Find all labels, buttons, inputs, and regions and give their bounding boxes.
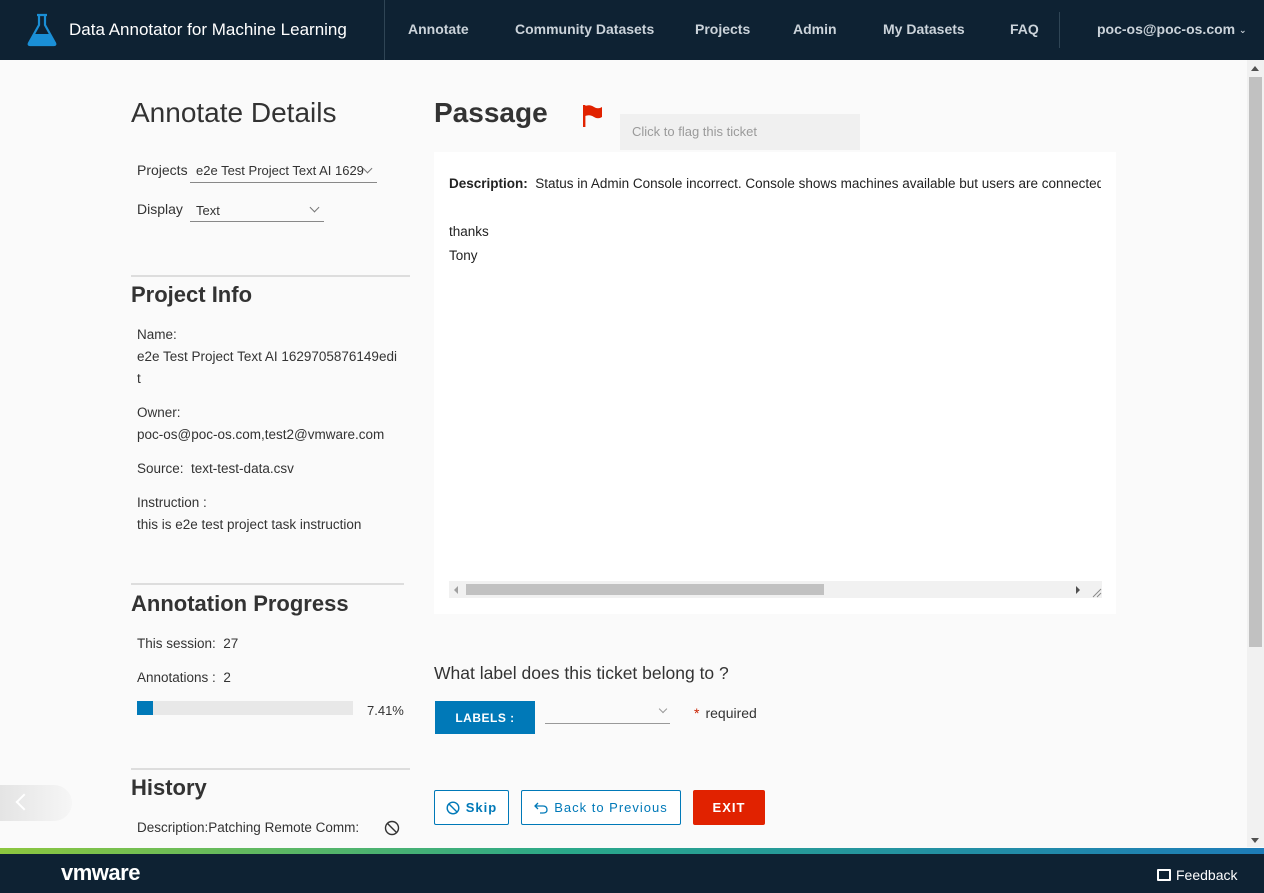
display-label: Display	[137, 201, 183, 217]
instruction-value: this is e2e test project task instructio…	[137, 517, 362, 532]
owner-label: Owner:	[137, 405, 181, 420]
name-label: Name:	[137, 327, 177, 342]
exit-button[interactable]: EXIT	[693, 790, 765, 825]
history-item[interactable]: Description:Patching Remote Comm:	[137, 817, 362, 839]
name-value-line1: e2e Test Project Text AI 1629705876149ed…	[137, 349, 397, 364]
nav-divider	[1059, 12, 1060, 48]
vmware-logo: vmware	[61, 860, 140, 885]
project-owner: Owner: poc-os@poc-os.com,test2@vmware.co…	[137, 402, 384, 446]
description-key: Description	[449, 176, 524, 191]
passage-title: Passage	[434, 97, 548, 128]
collapse-panel-button[interactable]	[0, 785, 72, 821]
back-label: Back to Previous	[554, 800, 668, 815]
progress-bar	[137, 701, 353, 715]
block-icon	[446, 800, 460, 815]
chevron-down-icon	[309, 202, 320, 213]
label-question: What label does this ticket belong to ?	[434, 663, 729, 683]
source-value: text-test-data.csv	[191, 461, 294, 476]
required-indicator: * required	[694, 705, 757, 721]
flag-tooltip: Click to flag this ticket	[620, 114, 860, 150]
project-source: Source: text-test-data.csv	[137, 458, 294, 480]
app-title: Data Annotator for Machine Learning	[69, 20, 347, 39]
history-title: History	[131, 775, 207, 800]
flask-logo-icon	[27, 13, 57, 47]
nav-my-datasets[interactable]: My Datasets	[883, 21, 965, 37]
nav-projects[interactable]: Projects	[695, 21, 750, 37]
brand[interactable]: Data Annotator for Machine Learning	[0, 0, 385, 60]
projects-select-value: e2e Test Project Text AI 1629	[196, 163, 364, 178]
passage-line-signature: Tony	[449, 248, 478, 263]
divider	[131, 768, 410, 770]
feedback-label: Feedback	[1176, 867, 1238, 883]
project-name: Name: e2e Test Project Text AI 162970587…	[137, 324, 397, 390]
progress-percent: 7.41%	[367, 703, 404, 718]
scroll-left-icon[interactable]	[454, 586, 458, 594]
session-value: 27	[223, 636, 239, 651]
display-select-value: Text	[196, 203, 220, 218]
nav-faq[interactable]: FAQ	[1010, 21, 1039, 37]
annotations-count: Annotations : 2	[137, 667, 231, 689]
divider	[131, 275, 410, 277]
nav-annotate[interactable]: Annotate	[408, 21, 469, 37]
source-label: Source:	[137, 461, 184, 476]
divider	[131, 583, 404, 585]
user-email: poc-os@poc-os.com	[1097, 21, 1236, 37]
instruction-label: Instruction :	[137, 495, 207, 510]
chevron-left-icon	[15, 793, 33, 811]
owner-value: poc-os@poc-os.com,test2@vmware.com	[137, 427, 385, 442]
passage-line-thanks: thanks	[449, 224, 489, 239]
required-text: required	[705, 705, 757, 721]
chevron-down-icon	[658, 704, 668, 714]
nav-community-datasets[interactable]: Community Datasets	[515, 21, 654, 37]
top-nav-bar: Data Annotator for Machine Learning Anno…	[0, 0, 1264, 60]
skip-label: Skip	[465, 800, 498, 815]
scroll-right-icon[interactable]	[1076, 586, 1080, 594]
projects-label: Projects	[137, 162, 188, 178]
undo-icon	[534, 802, 548, 814]
project-info-title: Project Info	[131, 282, 253, 307]
feedback-button[interactable]: Feedback	[1157, 867, 1237, 883]
annotation-progress-title: Annotation Progress	[131, 591, 349, 616]
nav-admin[interactable]: Admin	[793, 21, 837, 37]
chevron-down-icon: ⌄	[1239, 24, 1247, 35]
horizontal-scrollbar-thumb[interactable]	[466, 584, 824, 595]
session-count: This session: 27	[137, 633, 238, 655]
annotate-details-title: Annotate Details	[131, 97, 337, 128]
block-icon[interactable]	[384, 820, 400, 836]
back-to-previous-button[interactable]: Back to Previous	[521, 790, 681, 825]
required-star: *	[694, 705, 700, 721]
page-scrollbar[interactable]	[1247, 60, 1264, 847]
labels-select[interactable]	[545, 703, 670, 724]
feedback-icon	[1157, 869, 1171, 881]
description-text: Status in Admin Console incorrect. Conso…	[535, 176, 1101, 191]
resize-grip-icon[interactable]	[1090, 586, 1102, 598]
passage-horizontal-scrollbar[interactable]	[449, 581, 1102, 598]
scroll-up-icon[interactable]	[1251, 66, 1259, 71]
passage-content: Description: Status in Admin Console inc…	[449, 172, 1101, 268]
annotations-value: 2	[223, 670, 231, 685]
annotations-label: Annotations :	[137, 670, 216, 685]
footer: vmware Feedback	[0, 854, 1264, 893]
flag-icon[interactable]	[582, 104, 604, 128]
progress-bar-fill	[137, 701, 153, 715]
skip-button[interactable]: Skip	[434, 790, 509, 825]
labels-button[interactable]: LABELS :	[435, 701, 535, 734]
display-select[interactable]: Text	[190, 200, 324, 222]
passage-textarea[interactable]: Description: Status in Admin Console inc…	[434, 152, 1116, 614]
project-instruction: Instruction : this is e2e test project t…	[137, 492, 361, 536]
session-label: This session:	[137, 636, 216, 651]
scrollbar-thumb[interactable]	[1249, 77, 1262, 647]
projects-select[interactable]: e2e Test Project Text AI 1629	[190, 161, 377, 183]
scroll-down-icon[interactable]	[1251, 838, 1259, 843]
name-value-line2: t	[137, 371, 141, 386]
user-menu[interactable]: poc-os@poc-os.com ⌄	[1097, 21, 1247, 37]
chevron-down-icon	[362, 163, 373, 174]
